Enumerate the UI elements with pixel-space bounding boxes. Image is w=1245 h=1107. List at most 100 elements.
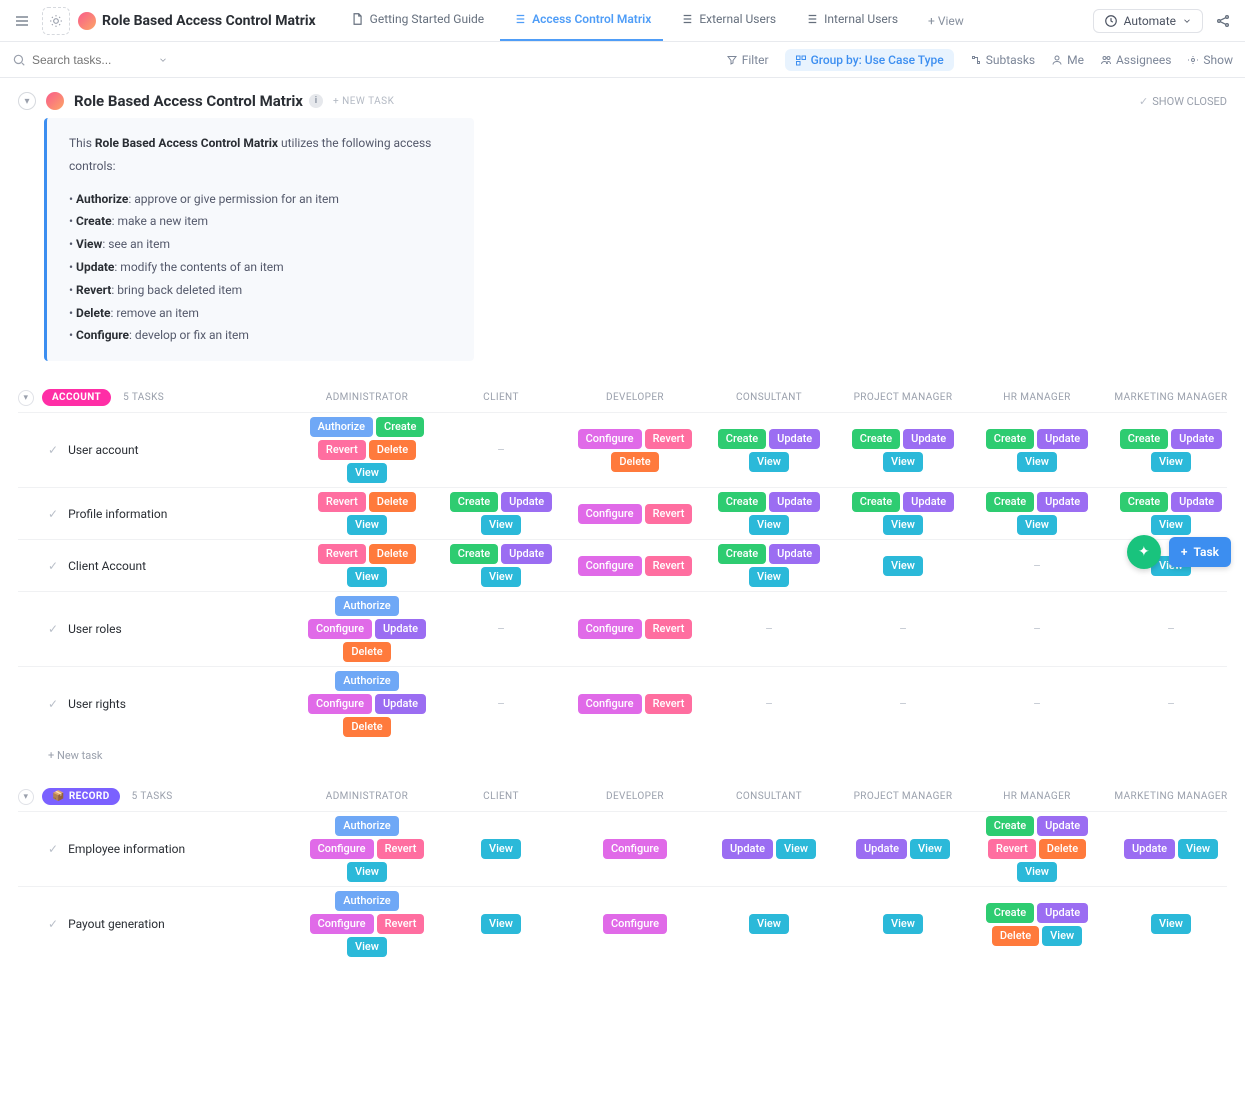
subtasks-button[interactable]: Subtasks xyxy=(970,53,1035,67)
me-button[interactable]: Me xyxy=(1051,53,1084,67)
column-header[interactable]: PROJECT MANAGER xyxy=(838,791,968,802)
permission-cell[interactable]: CreateUpdateView xyxy=(436,544,566,587)
column-header[interactable]: ADMINISTRATOR xyxy=(302,392,432,403)
permission-cell[interactable]: UpdateView xyxy=(704,836,834,862)
tag-configure[interactable]: Configure xyxy=(603,914,667,934)
tag-update[interactable]: Update xyxy=(769,429,820,449)
tag-configure[interactable]: Configure xyxy=(578,556,642,576)
tag-update[interactable]: Update xyxy=(1037,816,1088,836)
new-task-fab[interactable]: + Task xyxy=(1169,537,1231,567)
tag-authorize[interactable]: Authorize xyxy=(335,596,398,616)
tag-view[interactable]: View xyxy=(910,839,950,859)
group-collapse-toggle[interactable]: ▾ xyxy=(18,789,34,805)
tag-view[interactable]: View xyxy=(749,914,789,934)
column-header[interactable]: PROJECT MANAGER xyxy=(838,392,968,403)
permission-cell[interactable]: UpdateView xyxy=(838,836,968,862)
permission-cell[interactable]: CreateUpdateView xyxy=(436,492,566,535)
permission-cell[interactable]: – xyxy=(972,691,1102,717)
tag-update[interactable]: Update xyxy=(722,839,773,859)
permission-cell[interactable]: AuthorizeConfigureUpdateDelete xyxy=(302,671,432,737)
table-row[interactable]: ✓User rolesAuthorizeConfigureUpdateDelet… xyxy=(18,591,1227,666)
tag-delete[interactable]: Delete xyxy=(343,717,390,737)
tag-view[interactable]: View xyxy=(883,452,923,472)
column-header[interactable]: MARKETING MANAGER xyxy=(1106,791,1236,802)
column-header[interactable]: ADMINISTRATOR xyxy=(302,791,432,802)
permission-cell[interactable]: – xyxy=(1240,616,1245,642)
tag-create[interactable]: Create xyxy=(986,492,1034,512)
permission-cell[interactable]: – xyxy=(1240,691,1245,717)
permission-cell[interactable]: – xyxy=(436,437,566,463)
tag-update[interactable]: Update xyxy=(769,492,820,512)
tag-create[interactable]: Create xyxy=(450,544,498,564)
tag-configure[interactable]: Configure xyxy=(578,504,642,524)
column-header[interactable]: MARKETING MANAGER xyxy=(1106,392,1236,403)
tag-create[interactable]: Create xyxy=(450,492,498,512)
tag-view[interactable]: View xyxy=(1042,926,1082,946)
group-badge[interactable]: ACCOUNT xyxy=(42,389,111,406)
permission-cell[interactable]: AuthorizeConfigureUpdateDelete xyxy=(302,596,432,662)
filter-button[interactable]: Filter xyxy=(726,53,769,67)
tag-create[interactable]: Create xyxy=(718,429,766,449)
permission-cell[interactable]: RevertDeleteView xyxy=(302,544,432,587)
column-header[interactable]: DEVELOPER xyxy=(570,791,700,802)
permission-cell[interactable]: AuthorizeCreateRevertDeleteView xyxy=(302,417,432,483)
group-collapse-toggle[interactable]: ▾ xyxy=(18,390,34,406)
tag-delete[interactable]: Delete xyxy=(369,492,416,512)
new-task-button[interactable]: + NEW TASK xyxy=(333,96,394,107)
tag-configure[interactable]: Configure xyxy=(308,694,372,714)
permission-cell[interactable]: CreateUpdateView xyxy=(838,429,968,472)
permission-cell[interactable]: View xyxy=(1240,911,1245,937)
column-header[interactable]: DEVELOPER xyxy=(570,392,700,403)
group-by-button[interactable]: Group by: Use Case Type xyxy=(785,49,954,71)
tag-create[interactable]: Create xyxy=(852,492,900,512)
task-name-cell[interactable]: ✓Profile information xyxy=(18,507,298,521)
tag-view[interactable]: View xyxy=(481,839,521,859)
tag-update[interactable]: Update xyxy=(1124,839,1175,859)
tag-authorize[interactable]: Authorize xyxy=(335,671,398,691)
tag-view[interactable]: View xyxy=(347,463,387,483)
tag-update[interactable]: Update xyxy=(1037,492,1088,512)
column-header[interactable]: HR MANAGER xyxy=(972,791,1102,802)
permission-cell[interactable]: View xyxy=(838,553,968,579)
tag-update[interactable]: Update xyxy=(375,619,426,639)
permission-cell[interactable]: CreateUpdateDeleteView xyxy=(972,903,1102,946)
permission-cell[interactable]: UpdateView xyxy=(1240,836,1245,862)
permission-cell[interactable]: CreateUpdateView xyxy=(1106,429,1236,472)
table-row[interactable]: ✓Profile informationRevertDeleteViewCrea… xyxy=(18,487,1227,539)
permission-cell[interactable]: ConfigureRevertDelete xyxy=(570,429,700,472)
chevron-down-icon[interactable] xyxy=(158,55,168,65)
permission-cell[interactable]: – xyxy=(704,691,834,717)
permission-cell[interactable]: CreateUpdateView xyxy=(972,492,1102,535)
tab-access-control-matrix[interactable]: Access Control Matrix xyxy=(500,0,663,41)
tag-revert[interactable]: Revert xyxy=(377,839,425,859)
tag-configure[interactable]: Configure xyxy=(310,839,374,859)
permission-cell[interactable]: CreateUpdateView xyxy=(704,492,834,535)
show-button[interactable]: Show xyxy=(1187,53,1233,67)
tag-view[interactable]: View xyxy=(883,515,923,535)
tag-configure[interactable]: Configure xyxy=(578,429,642,449)
tag-delete[interactable]: Delete xyxy=(1039,839,1086,859)
tag-update[interactable]: Update xyxy=(501,492,552,512)
tag-create[interactable]: Create xyxy=(718,544,766,564)
table-row[interactable]: ✓User rightsAuthorizeConfigureUpdateDele… xyxy=(18,666,1227,741)
tag-revert[interactable]: Revert xyxy=(645,694,693,714)
permission-cell[interactable]: – xyxy=(436,616,566,642)
tag-view[interactable]: View xyxy=(1017,862,1057,882)
table-row[interactable]: ✓Client AccountRevertDeleteViewCreateUpd… xyxy=(18,539,1227,591)
tag-create[interactable]: Create xyxy=(986,816,1034,836)
task-name-cell[interactable]: ✓User rights xyxy=(18,697,298,711)
share-icon[interactable] xyxy=(1211,9,1235,33)
column-header[interactable]: CONSULTANT xyxy=(704,392,834,403)
permission-cell[interactable]: – xyxy=(704,616,834,642)
tag-view[interactable]: View xyxy=(347,862,387,882)
column-header[interactable]: TEAM MEMBER xyxy=(1240,392,1245,403)
tag-view[interactable]: View xyxy=(776,839,816,859)
tag-view[interactable]: View xyxy=(1178,839,1218,859)
task-name-cell[interactable]: ✓User account xyxy=(18,443,298,457)
tag-delete[interactable]: Delete xyxy=(611,452,658,472)
column-header[interactable]: HR MANAGER xyxy=(972,392,1102,403)
tag-view[interactable]: View xyxy=(1151,914,1191,934)
tag-create[interactable]: Create xyxy=(852,429,900,449)
tag-delete[interactable]: Delete xyxy=(343,642,390,662)
permission-cell[interactable]: – xyxy=(1106,616,1236,642)
